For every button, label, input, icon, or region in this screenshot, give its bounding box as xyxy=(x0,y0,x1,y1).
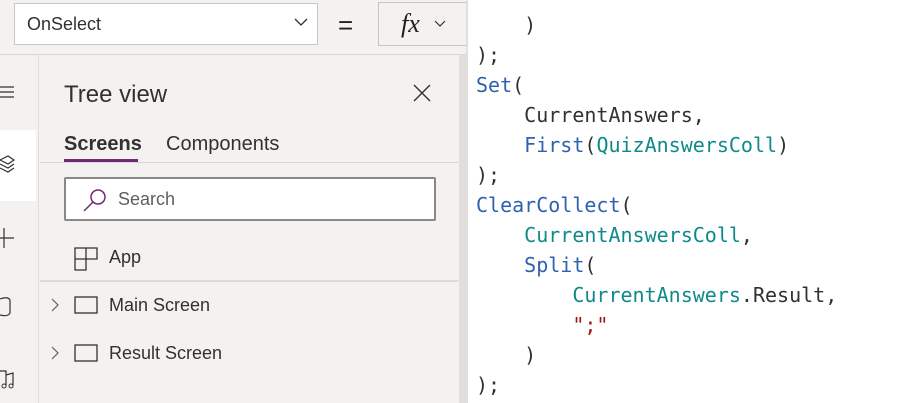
formula-editor[interactable]: )); Set( CurrentAnswers, First(QuizAnswer… xyxy=(466,0,921,403)
code-token-id: CurrentAnswers xyxy=(572,283,741,307)
code-token-id: CurrentAnswersColl xyxy=(524,223,741,247)
code-token-plain: ) xyxy=(476,343,537,367)
layers-icon xyxy=(0,155,16,173)
tree-item-main-screen[interactable]: Main Screen xyxy=(40,283,458,329)
code-token-plain: , xyxy=(740,223,753,247)
property-value: OnSelect xyxy=(27,14,102,34)
chevron-down-icon xyxy=(294,18,308,26)
code-token-plain: ( xyxy=(620,193,633,217)
divider xyxy=(40,280,458,282)
code-token-plain: .Result, xyxy=(740,283,838,307)
code-token-str: ";" xyxy=(572,313,609,337)
code-line: CurrentAnswers, xyxy=(476,100,837,130)
close-icon[interactable] xyxy=(412,83,432,103)
code-token-plain: ); xyxy=(476,43,501,67)
code-token-fn: Split xyxy=(524,253,585,277)
code-token-plain: ( xyxy=(512,73,525,97)
tree-item-label: Result Screen xyxy=(109,343,223,363)
tab-screens[interactable]: Screens xyxy=(64,133,142,156)
code-line: ); xyxy=(476,40,837,70)
tree-item-result-screen[interactable]: Result Screen xyxy=(40,331,458,377)
property-dropdown[interactable]: OnSelect xyxy=(14,3,318,45)
code-token-plain: ); xyxy=(476,163,501,187)
left-rail xyxy=(0,55,39,403)
chevron-right-icon[interactable] xyxy=(50,297,60,313)
tree-item-label: App xyxy=(109,247,142,267)
media-icon[interactable] xyxy=(0,367,16,391)
divider xyxy=(40,162,458,163)
search-icon xyxy=(83,189,106,212)
tree-item-app[interactable]: App xyxy=(40,235,458,281)
code-line: ); xyxy=(476,160,837,190)
search-placeholder: Search xyxy=(118,189,176,209)
search-input[interactable]: Search xyxy=(64,177,436,221)
code-token-fn: ClearCollect xyxy=(476,193,621,217)
code-token-plain: CurrentAnswers, xyxy=(476,103,705,127)
panel-title: Tree view xyxy=(64,81,168,108)
code-token-plain: ( xyxy=(584,253,597,277)
hamburger-menu-icon[interactable] xyxy=(0,85,16,99)
app-grid-icon xyxy=(74,247,98,271)
chevron-right-icon[interactable] xyxy=(50,345,60,361)
equals-sign: = xyxy=(338,10,354,40)
formula-bar: OnSelect = fx xyxy=(0,0,466,55)
code-line: Split( xyxy=(476,250,837,280)
code-token-plain: ) xyxy=(476,13,537,37)
code-line: ClearCollect( xyxy=(476,190,837,220)
tab-components[interactable]: Components xyxy=(166,133,279,156)
code-token-plain: ) xyxy=(777,133,790,157)
code-line: ); xyxy=(476,370,837,400)
tree-item-label: Main Screen xyxy=(109,295,211,315)
plus-icon[interactable] xyxy=(0,227,16,249)
code-token-fn: Set xyxy=(476,73,513,97)
code-line: CurrentAnswersColl, xyxy=(476,220,837,250)
code-line: CurrentAnswers.Result, xyxy=(476,280,837,310)
code-line: ";" xyxy=(476,310,837,340)
database-icon[interactable] xyxy=(0,295,12,319)
panel-scrollbar[interactable] xyxy=(459,55,466,403)
code-line: ) xyxy=(476,10,837,40)
tree-view-panel: Tree view Screens Components Search App … xyxy=(40,55,458,403)
chevron-down-icon xyxy=(434,20,446,27)
code-line: ) xyxy=(476,340,837,370)
code-token-plain: ( xyxy=(584,133,597,157)
code-token-id: QuizAnswersColl xyxy=(596,133,778,157)
code-lines: )); Set( CurrentAnswers, First(QuizAnswer… xyxy=(476,10,837,400)
fx-icon: fx xyxy=(401,9,420,38)
code-token-plain: ); xyxy=(476,373,501,397)
rail-item-tree-view[interactable] xyxy=(0,130,36,201)
fx-button[interactable]: fx xyxy=(378,2,466,46)
code-token-fn: First xyxy=(524,133,585,157)
code-line: Set( xyxy=(476,70,837,100)
screen-icon xyxy=(74,344,98,362)
screen-icon xyxy=(74,296,98,314)
code-line: First(QuizAnswersColl) xyxy=(476,130,837,160)
